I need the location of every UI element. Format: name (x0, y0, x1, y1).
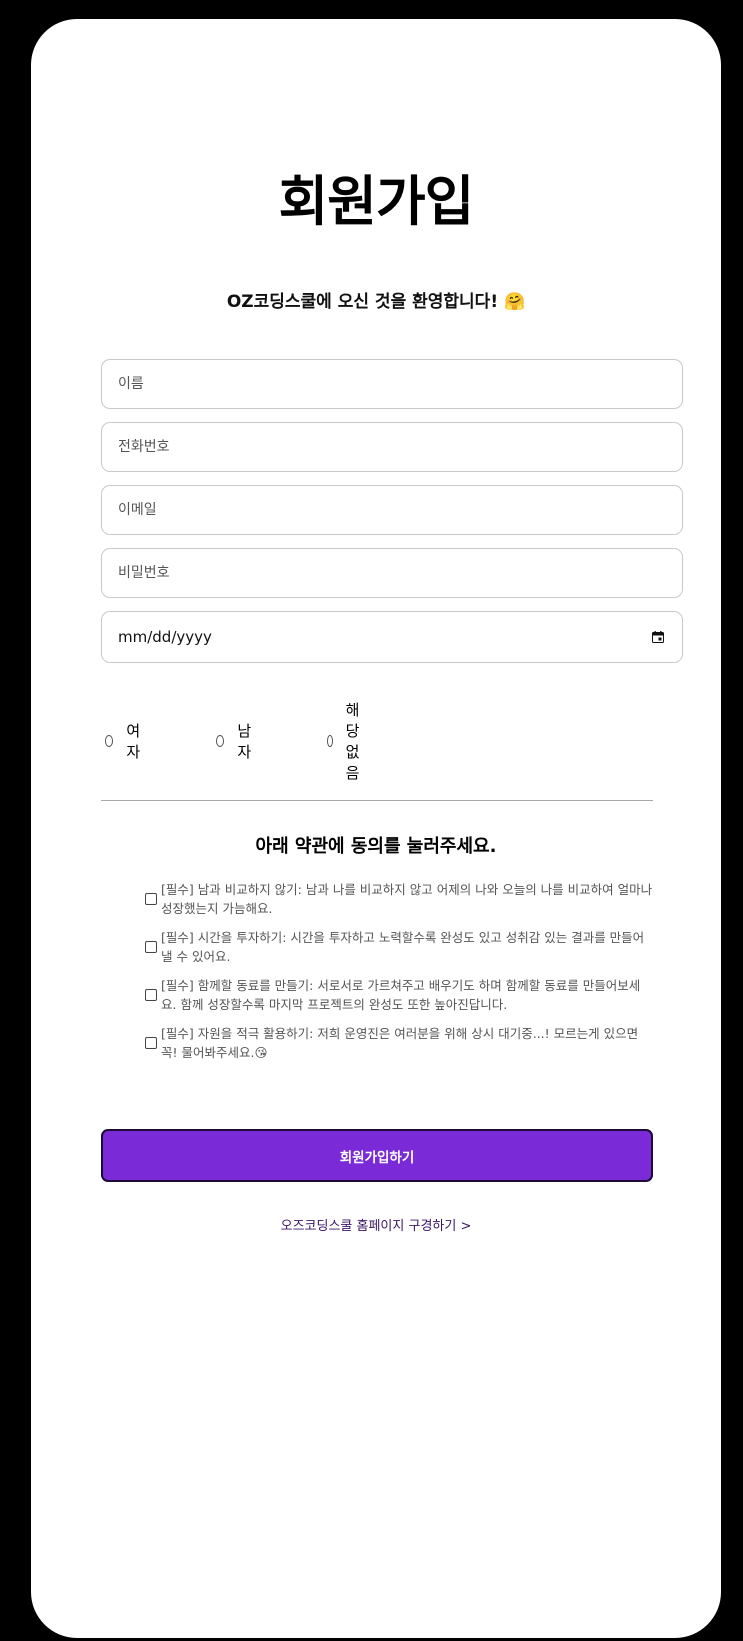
homepage-link[interactable]: 오즈코딩스쿨 홈페이지 구경하기 > (31, 1215, 721, 1234)
radio-button[interactable] (105, 735, 114, 747)
birthdate-value: mm/dd/yyyy (118, 628, 212, 646)
terms-title: 아래 약관에 동의를 눌러주세요. (255, 836, 497, 857)
signup-card: 회원가입 OZ코딩스쿨에 오신 것을 환영합니다! 🤗 mm/dd/yyyy 여… (31, 19, 721, 1638)
page-title: 회원가입 (278, 170, 475, 233)
term-checkbox[interactable] (145, 989, 157, 1001)
email-input[interactable] (102, 486, 682, 534)
radio-button[interactable] (216, 735, 225, 747)
term-item: [필수] 시간을 투자하기: 시간을 투자하고 노력할수록 완성도 있고 성취감… (145, 928, 655, 966)
term-checkbox[interactable] (145, 941, 157, 953)
birthdate-input[interactable]: mm/dd/yyyy (101, 611, 683, 663)
term-text: [필수] 남과 비교하지 않기: 남과 나를 비교하지 않고 어제의 나와 오늘… (161, 882, 653, 916)
password-input[interactable] (102, 549, 682, 597)
signup-submit-button[interactable]: 회원가입하기 (101, 1129, 653, 1182)
gender-label: 여자 (126, 722, 141, 761)
gender-label: 해당없음 (345, 701, 360, 782)
name-field-wrapper (101, 359, 683, 409)
term-checkbox[interactable] (145, 893, 157, 905)
calendar-icon[interactable] (652, 631, 664, 643)
phone-input[interactable] (102, 423, 682, 471)
term-item: [필수] 자원을 적극 활용하기: 저희 운영진은 여러분을 위해 상시 대기중… (145, 1024, 655, 1062)
welcome-message: OZ코딩스쿨에 오신 것을 환영합니다! 🤗 (226, 292, 526, 312)
term-text: [필수] 자원을 적극 활용하기: 저희 운영진은 여러분을 위해 상시 대기중… (161, 1026, 639, 1060)
phone-field-wrapper (101, 422, 683, 472)
email-field-wrapper (101, 485, 683, 535)
gender-option-none[interactable]: 해당없음 (327, 701, 366, 782)
term-checkbox[interactable] (145, 1037, 157, 1049)
radio-button[interactable] (327, 735, 333, 747)
name-input[interactable] (102, 360, 682, 408)
section-divider (101, 800, 653, 801)
term-text: [필수] 함께할 동료를 만들기: 서로서로 가르쳐주고 배우기도 하며 함께할… (161, 978, 641, 1012)
gender-option-female[interactable]: 여자 (105, 722, 144, 761)
term-text: [필수] 시간을 투자하기: 시간을 투자하고 노력할수록 완성도 있고 성취감… (161, 930, 645, 964)
password-field-wrapper (101, 548, 683, 598)
gender-option-male[interactable]: 남자 (216, 722, 255, 761)
term-item: [필수] 남과 비교하지 않기: 남과 나를 비교하지 않고 어제의 나와 오늘… (145, 880, 655, 918)
gender-label: 남자 (237, 722, 252, 761)
term-item: [필수] 함께할 동료를 만들기: 서로서로 가르쳐주고 배우기도 하며 함께할… (145, 976, 655, 1014)
